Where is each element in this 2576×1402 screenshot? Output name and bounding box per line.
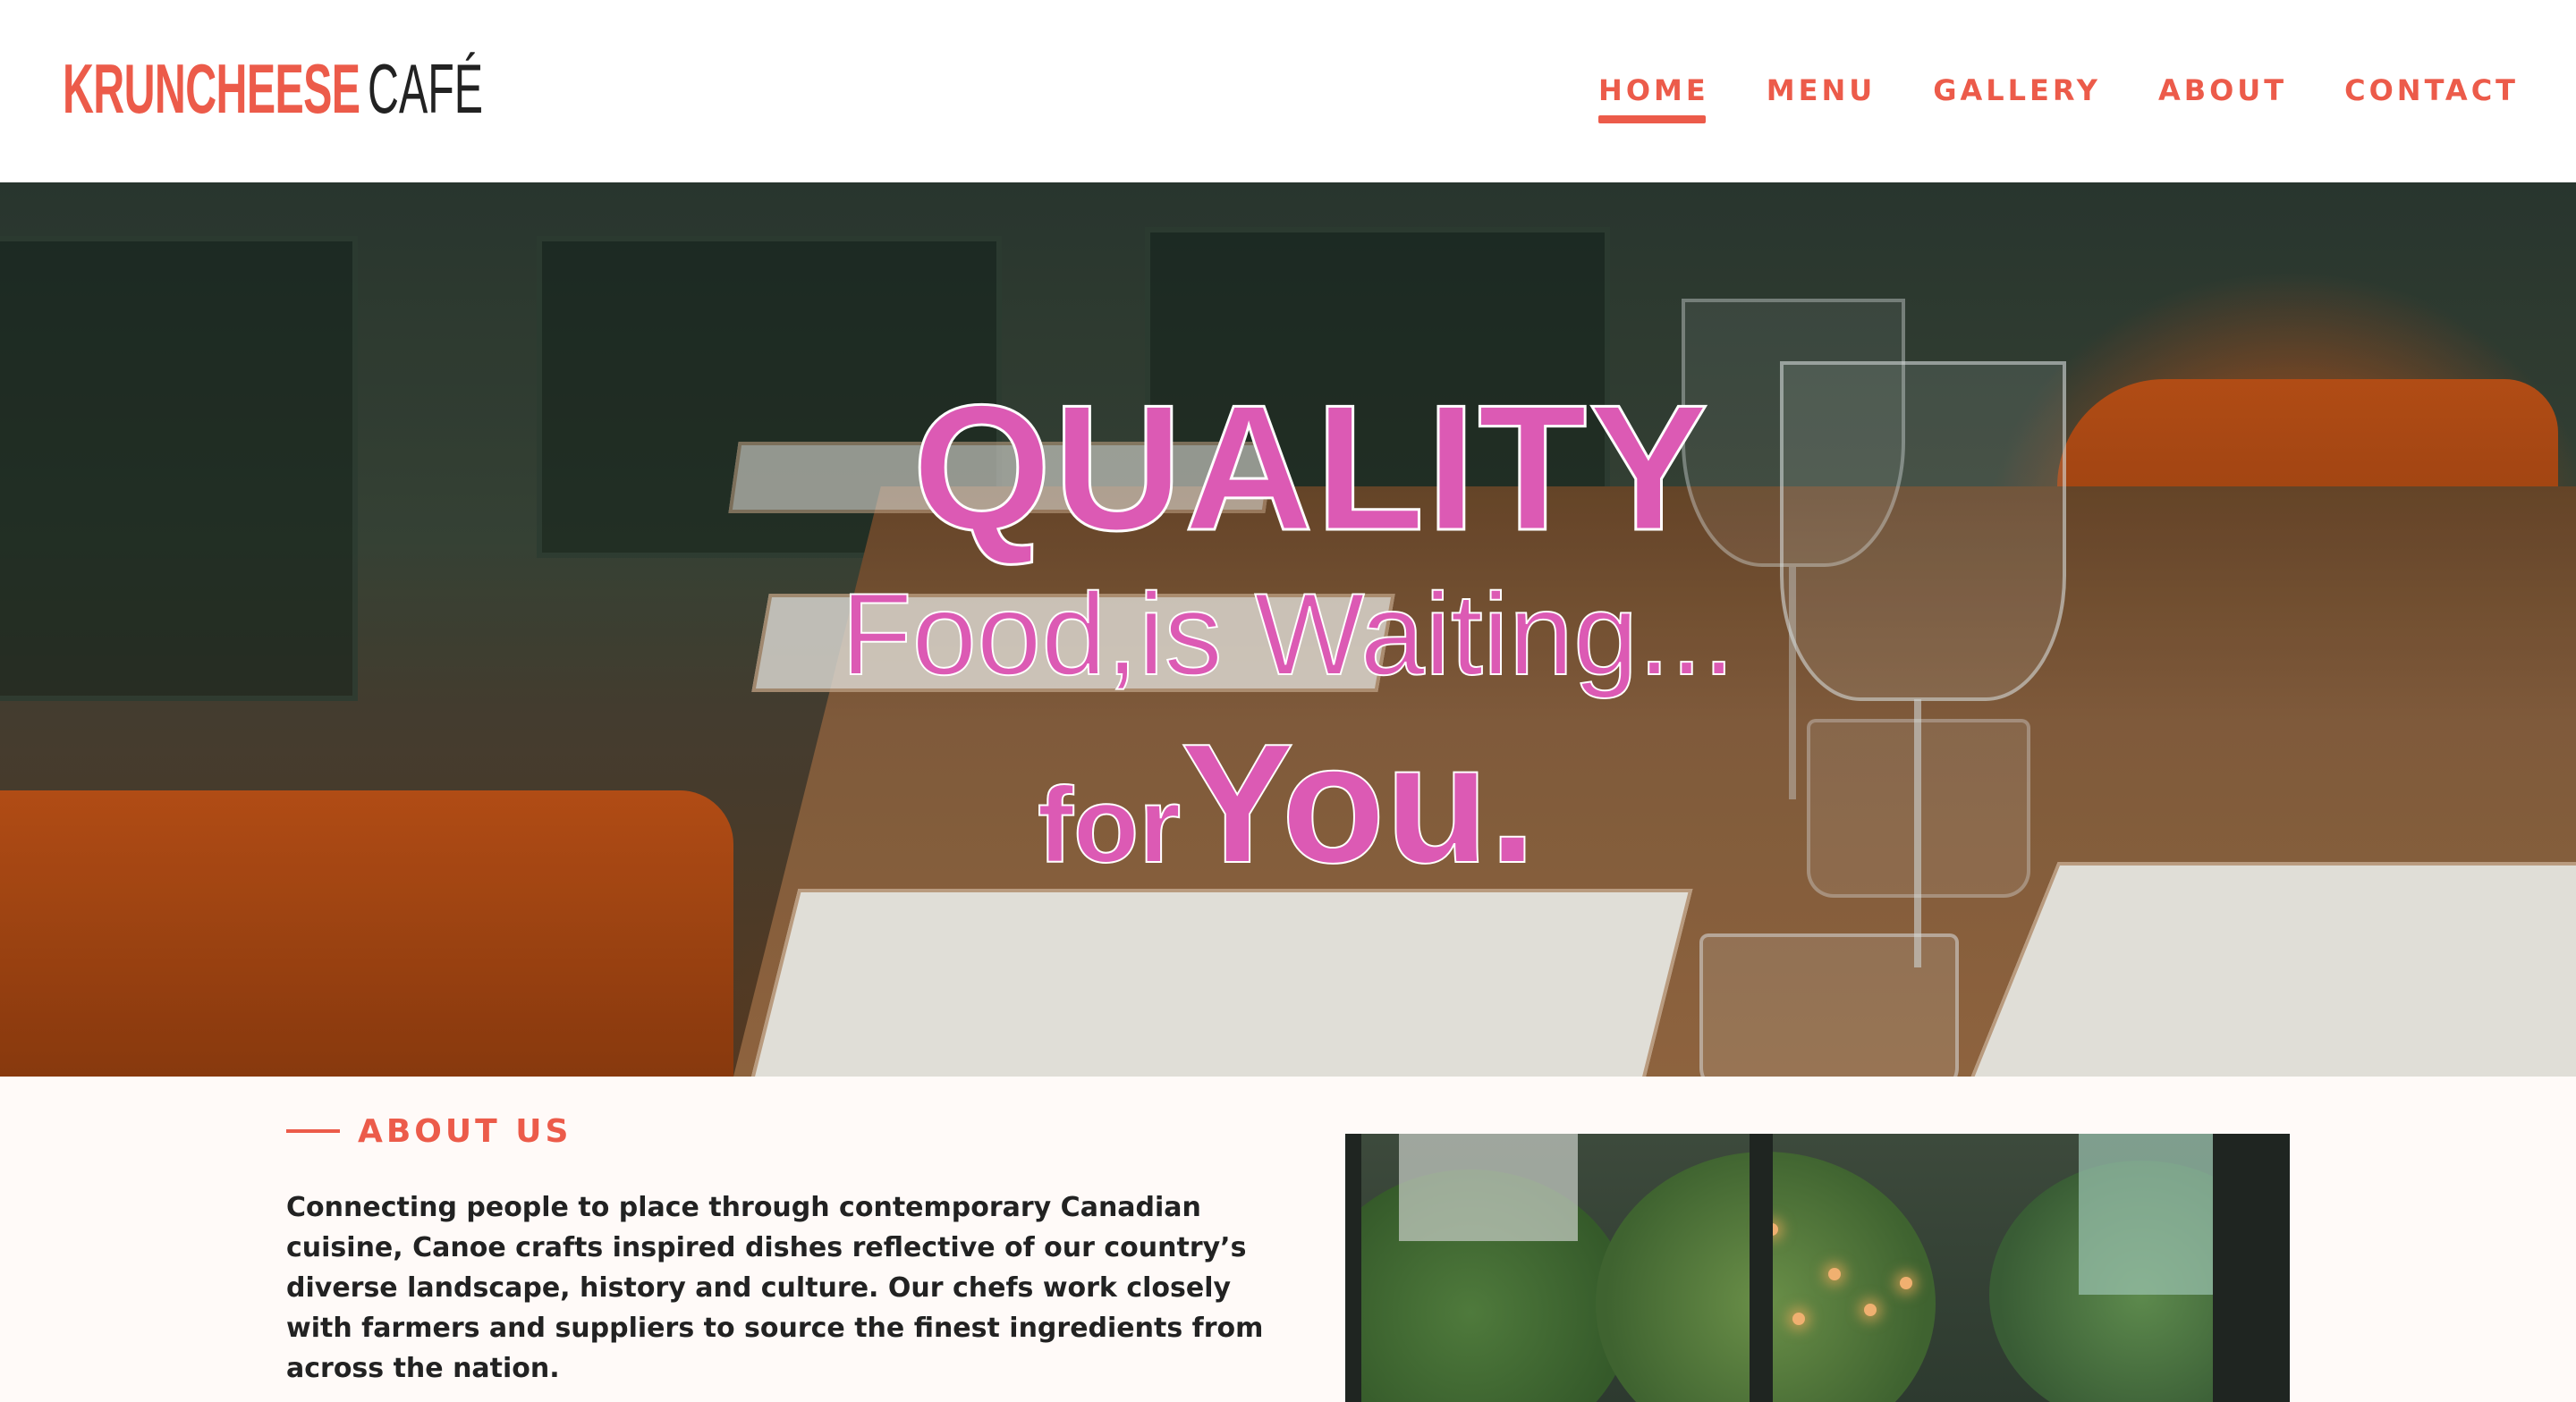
nav-item-about[interactable]: ABOUT: [2158, 70, 2287, 123]
main-nav: HOME MENU GALLERY ABOUT CONTACT: [1598, 70, 2519, 123]
site-header: KRUNCHEESE CAFÉ HOME MENU GALLERY ABOUT …: [0, 0, 2576, 182]
about-photo: [1345, 1134, 2290, 1402]
nav-item-contact[interactable]: CONTACT: [2344, 70, 2519, 123]
about-title: ABOUT US: [358, 1112, 572, 1150]
photo-building: [1399, 1134, 1578, 1241]
about-heading: ABOUT US: [286, 1109, 572, 1153]
photo-window-frame: [1345, 1134, 1361, 1402]
photo-light: [1792, 1313, 1805, 1325]
about-section: ABOUT US Connecting people to place thro…: [0, 1077, 2576, 1402]
nav-item-gallery[interactable]: GALLERY: [1933, 70, 2101, 123]
hero-subheadline: Food,is Waiting...: [840, 569, 1735, 699]
hero-tagline: QUALITY Food,is Waiting... forYou.: [0, 182, 2576, 1077]
nav-item-home[interactable]: HOME: [1598, 70, 1709, 123]
photo-window-frame: [1750, 1134, 1773, 1402]
heading-accent-line: [286, 1129, 340, 1133]
hero-you-text: You.: [1180, 709, 1538, 899]
hero-for-text: for: [1037, 765, 1182, 885]
hero-banner: QUALITY Food,is Waiting... forYou.: [0, 182, 2576, 1077]
brand-name-sub: CAFÉ: [368, 49, 484, 128]
nav-item-menu[interactable]: MENU: [1767, 70, 1876, 123]
brand-name-main: KRUNCHEESE: [63, 49, 360, 128]
photo-light: [1864, 1304, 1877, 1316]
photo-light: [1900, 1277, 1912, 1289]
photo-window-frame: [2213, 1134, 2290, 1402]
photo-light: [1828, 1268, 1841, 1280]
about-paragraph: Connecting people to place through conte…: [286, 1192, 1264, 1384]
brand-logo[interactable]: KRUNCHEESE CAFÉ: [63, 52, 483, 123]
hero-headline: QUALITY: [911, 368, 1710, 568]
hero-closing-line: forYou.: [1037, 718, 1556, 890]
